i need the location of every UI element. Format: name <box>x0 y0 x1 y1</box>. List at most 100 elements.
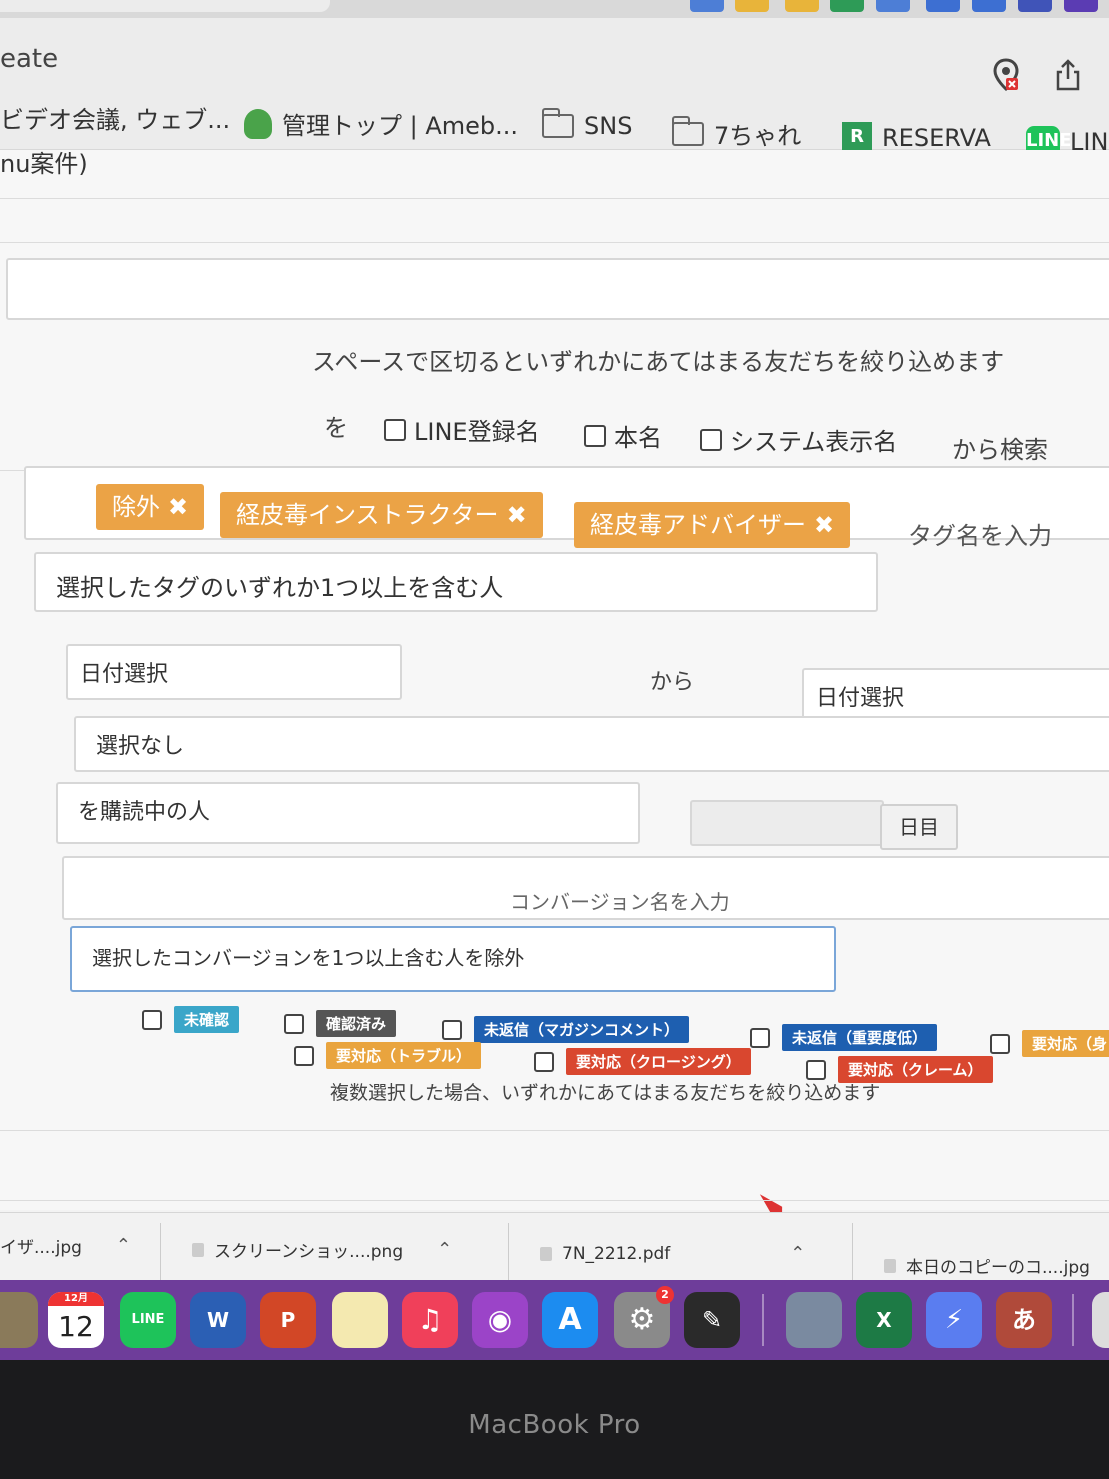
keyword-search-input[interactable] <box>6 258 1109 320</box>
bookmark-video-meeting[interactable]: ビデオ会議, ウェブ... <box>0 100 230 135</box>
calendar-icon[interactable]: 12月 12 <box>48 1292 104 1348</box>
extension-icon[interactable] <box>735 0 769 12</box>
line-app-icon[interactable]: LINE <box>120 1292 176 1348</box>
status-badge: 未返信（重要度低） <box>782 1024 938 1051</box>
download-item[interactable]: 本日のコピーのコ....jpg <box>884 1253 1090 1278</box>
extension-icon[interactable] <box>785 0 819 12</box>
podcasts-app-icon[interactable]: ◉ <box>472 1292 528 1348</box>
remove-tag-icon[interactable]: ✖ <box>507 501 527 529</box>
extension-icon[interactable] <box>1064 0 1098 12</box>
tag-label: 経皮毒インストラクター <box>236 501 499 529</box>
checkbox[interactable] <box>284 1013 304 1034</box>
subscribing-select-value: を購読中の人 <box>78 800 211 825</box>
tag-condition-value: 選択したタグのいずれか1つ以上を含む人 <box>56 574 504 602</box>
checkbox[interactable] <box>442 1019 462 1040</box>
tag-input-placeholder: タグ名を入力 <box>908 522 1052 550</box>
ameba-icon <box>244 108 272 139</box>
extension-icon[interactable] <box>1018 0 1052 12</box>
bookmark-label: ビデオ会議, ウェブ... <box>0 106 231 134</box>
option-line-name[interactable]: LINE登録名 <box>384 412 540 447</box>
status-badge: 確認済み <box>316 1010 397 1037</box>
divider <box>508 1223 509 1283</box>
chevron-up-icon[interactable]: ⌃ <box>116 1235 131 1256</box>
scenario-select[interactable] <box>74 716 1109 772</box>
screen: eate ビデオ会議, ウェブ... 管理トップ | Ameb... SNS 7… <box>0 0 1109 1360</box>
status-option-unreplied-magazine[interactable]: 未返信（マガジンコメント） <box>442 1016 690 1043</box>
option-system-name[interactable]: システム表示名 <box>700 422 897 457</box>
checkbox[interactable] <box>584 424 606 447</box>
app-store-icon[interactable]: A <box>542 1292 598 1348</box>
status-option-action-required[interactable]: 要対応（身 <box>990 1030 1109 1057</box>
file-icon <box>884 1258 896 1273</box>
status-option-unreplied-low[interactable]: 未返信（重要度低） <box>750 1024 938 1051</box>
current-tab[interactable] <box>0 0 330 12</box>
pen-app-icon[interactable]: ✎ <box>684 1292 740 1348</box>
extension-icon[interactable] <box>926 0 960 12</box>
download-item[interactable]: 7N_2212.pdf ⌃ <box>540 1243 805 1264</box>
filter-form: nu案件) スペースで区切るといずれかにあてはまる友だちを絞り込めます を LI… <box>0 150 1109 1233</box>
notes-app-icon[interactable] <box>332 1292 388 1348</box>
dock-app-icon[interactable] <box>0 1292 38 1348</box>
powerpoint-app-icon[interactable]: P <box>260 1292 316 1348</box>
status-badge: 未返信（マガジンコメント） <box>474 1016 690 1043</box>
download-filename: スクリーンショッ....png <box>214 1242 404 1262</box>
dock-divider <box>762 1294 764 1346</box>
checkbox[interactable] <box>990 1033 1010 1054</box>
status-badge: 未確認 <box>174 1006 240 1033</box>
extension-icon[interactable] <box>690 0 724 12</box>
checkbox[interactable] <box>700 428 722 451</box>
chevron-up-icon[interactable]: ⌃ <box>437 1239 452 1260</box>
chevron-up-icon[interactable]: ⌃ <box>790 1243 805 1264</box>
checkbox[interactable] <box>534 1051 554 1072</box>
checkbox[interactable] <box>750 1027 770 1048</box>
status-option-confirmed[interactable]: 確認済み <box>284 1010 397 1037</box>
bookmark-sns[interactable]: SNS <box>542 108 632 140</box>
search-hint: スペースで区切るといずれかにあてはまる友だちを絞り込めます <box>312 348 1005 376</box>
download-item[interactable]: イザ....jpg ⌃ <box>0 1233 131 1258</box>
music-app-icon[interactable]: ♫ <box>402 1292 458 1348</box>
settings-app-icon[interactable]: ⚙ 2 <box>614 1286 674 1348</box>
browser-toolbar: eate <box>0 18 1109 98</box>
tag-chip[interactable]: 経皮毒アドバイザー ✖ <box>574 502 851 548</box>
tag-chip[interactable]: 経皮毒インストラクター ✖ <box>220 492 543 538</box>
download-item[interactable]: スクリーンショッ....png ⌃ <box>192 1237 452 1262</box>
laptop-bezel: MacBook Pro <box>0 1360 1109 1479</box>
input-method-icon[interactable]: あ <box>996 1292 1052 1348</box>
word-app-icon[interactable]: W <box>190 1292 246 1348</box>
checkbox[interactable] <box>384 418 406 441</box>
tag-chip[interactable]: 除外 ✖ <box>96 484 205 530</box>
checkbox[interactable] <box>142 1009 162 1030</box>
checkbox[interactable] <box>806 1059 826 1080</box>
share-icon[interactable] <box>1054 58 1082 99</box>
bookmark-7chare[interactable]: 7ちゃれ <box>672 115 801 151</box>
status-option-action-trouble[interactable]: 要対応（トラブル） <box>294 1042 482 1069</box>
scenario-select-value: 選択なし <box>96 734 185 759</box>
address-bar[interactable]: eate <box>0 44 58 74</box>
divider <box>852 1223 853 1283</box>
remove-tag-icon[interactable]: ✖ <box>168 493 188 521</box>
remove-tag-icon[interactable]: ✖ <box>814 511 834 539</box>
day-unit-addon: 日目 <box>880 804 958 850</box>
dock-app-icon[interactable] <box>1092 1292 1109 1348</box>
status-badge: 要対応（身 <box>1022 1030 1109 1057</box>
conversion-placeholder: コンバージョン名を入力 <box>510 890 730 914</box>
extension-icon[interactable] <box>830 0 864 12</box>
notification-badge: 2 <box>656 1286 674 1304</box>
page-breadcrumb: nu案件) <box>0 150 88 178</box>
preview-app-icon[interactable] <box>786 1292 842 1348</box>
checkbox[interactable] <box>294 1045 314 1066</box>
tag-label: 除外 <box>112 493 160 521</box>
divider <box>0 198 1109 199</box>
bookmark-ameba[interactable]: 管理トップ | Ameb... <box>244 106 518 141</box>
status-option-unconfirmed[interactable]: 未確認 <box>142 1006 240 1033</box>
status-option-action-closing[interactable]: 要対応（クロージング） <box>534 1048 751 1075</box>
excel-app-icon[interactable]: X <box>856 1292 912 1348</box>
day-count-input[interactable] <box>690 800 884 846</box>
option-real-name[interactable]: 本名 <box>584 418 662 453</box>
extension-icon[interactable] <box>972 0 1006 12</box>
download-filename: 7N_2212.pdf <box>562 1243 671 1264</box>
messenger-app-icon[interactable]: ⚡ <box>926 1292 982 1348</box>
location-blocked-icon[interactable] <box>992 58 1020 99</box>
extension-icon[interactable] <box>876 0 910 12</box>
folder-icon <box>542 108 574 138</box>
